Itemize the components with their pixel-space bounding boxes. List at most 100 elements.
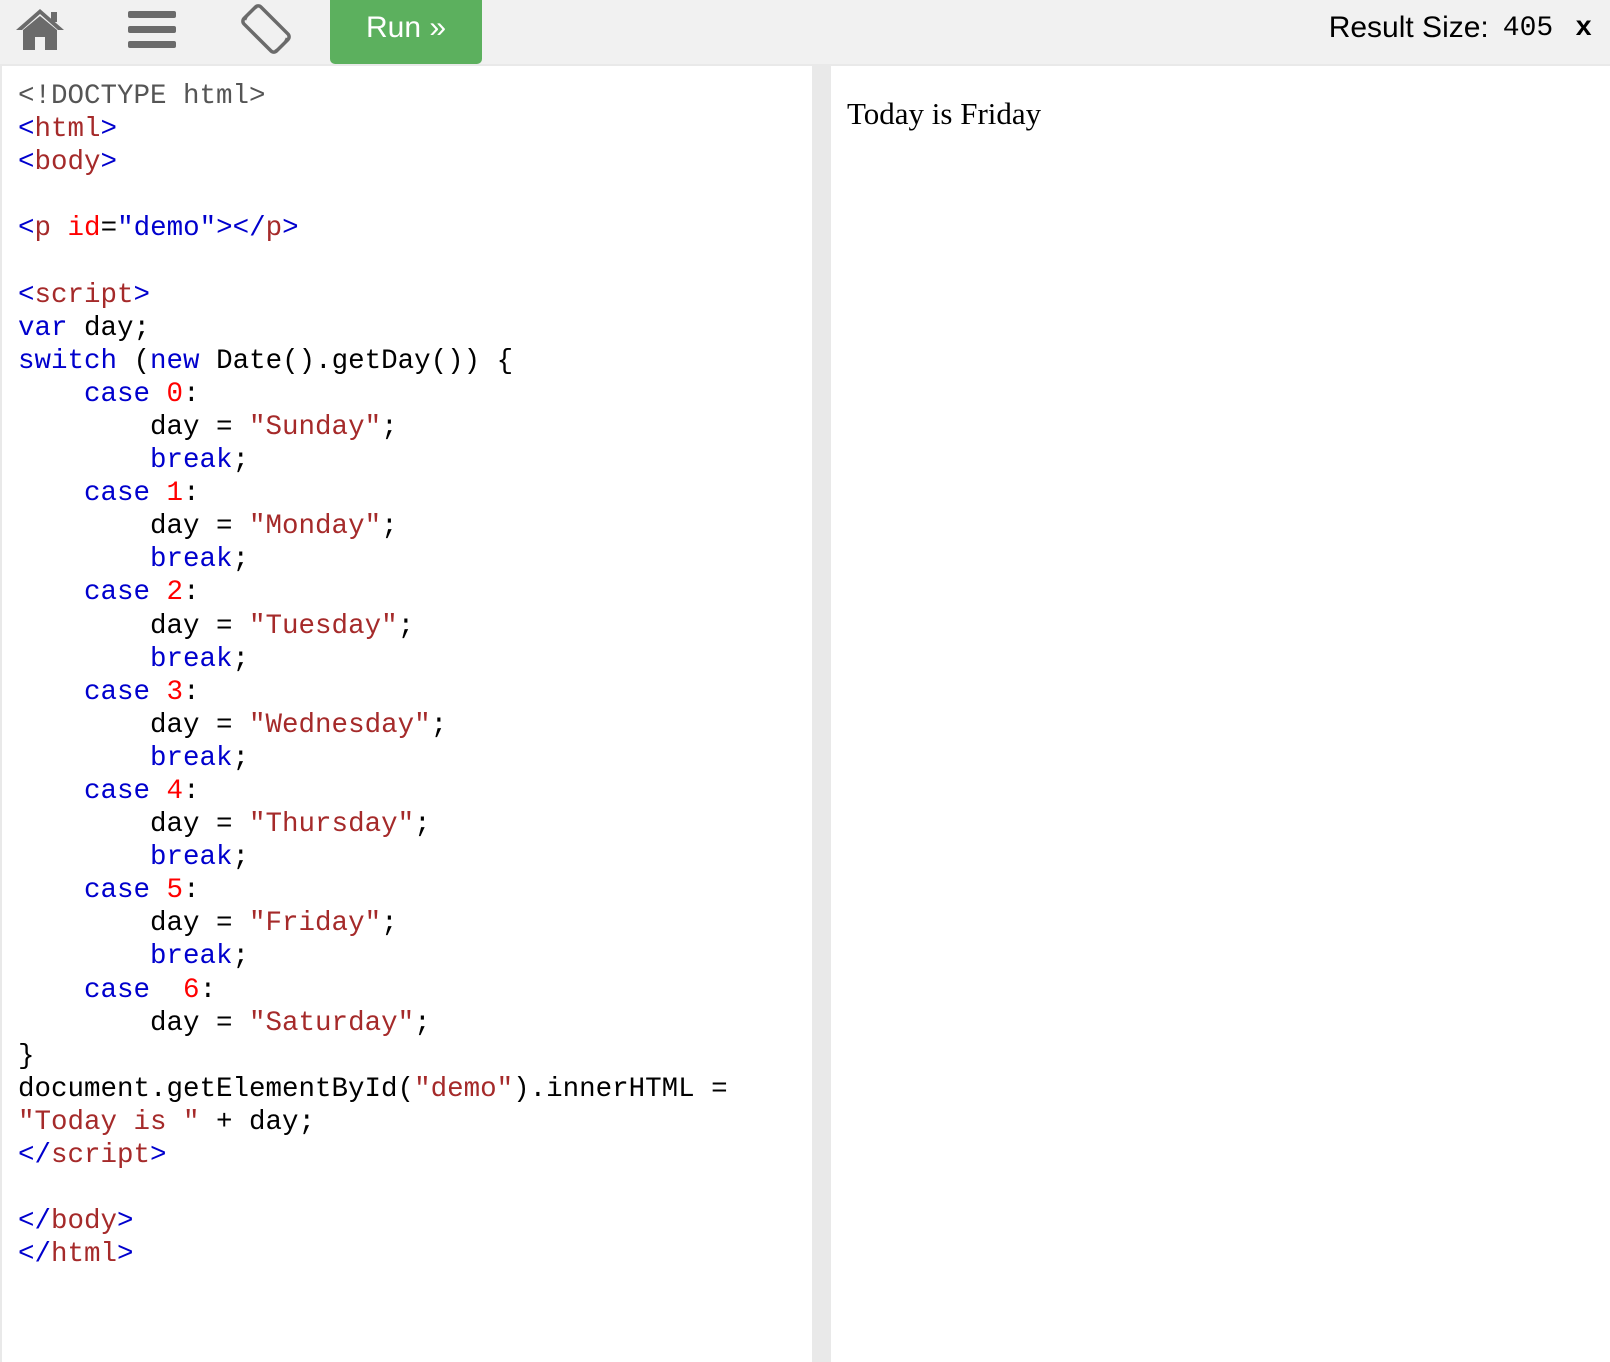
rotate-screen-icon[interactable] <box>236 0 296 58</box>
code-token: : <box>183 577 200 609</box>
code-token: break <box>150 842 233 874</box>
code-line: break; <box>18 444 812 477</box>
code-token: ; <box>232 445 250 477</box>
code-token: day = <box>18 1007 250 1039</box>
result-frame: Today is Friday <box>831 66 1610 1362</box>
home-icon[interactable] <box>12 0 68 58</box>
code-token: </ <box>18 1239 52 1271</box>
code-line: case 5: <box>18 874 812 907</box>
code-token: body <box>34 147 101 179</box>
code-token: "Today is " <box>18 1106 200 1138</box>
code-line: break; <box>18 643 812 676</box>
code-token: 0 <box>166 378 184 410</box>
code-token: "Wednesday" <box>249 709 431 741</box>
code-line: day = "Thursday"; <box>18 808 812 841</box>
code-token: script <box>34 279 134 311</box>
code-line: break; <box>18 543 812 576</box>
code-token: 2 <box>166 577 184 609</box>
code-token: p <box>34 213 52 245</box>
code-text[interactable]: <!DOCTYPE html> <html> <body> <p id="demo">… <box>2 66 812 1271</box>
code-token: html <box>34 114 101 146</box>
hamburger-menu-icon[interactable] <box>124 0 180 58</box>
code-token: p <box>265 213 283 245</box>
code-token: </ <box>18 1140 52 1171</box>
code-token: ( <box>117 345 151 377</box>
code-line: } <box>18 1040 812 1073</box>
code-line: day = "Wednesday"; <box>18 709 812 742</box>
code-token: case <box>84 974 151 1006</box>
code-token: html <box>51 1239 118 1271</box>
code-line: </script> <box>18 1139 812 1172</box>
code-token: day = <box>18 709 250 741</box>
code-token: "demo" <box>414 1073 514 1105</box>
code-token: ></ <box>216 213 266 245</box>
code-line: day = "Saturday"; <box>18 1007 812 1040</box>
code-token: ; <box>414 1007 431 1039</box>
code-token: > <box>100 114 118 146</box>
code-token: < <box>18 213 35 245</box>
code-token: > <box>282 213 299 245</box>
code-line: day = "Tuesday"; <box>18 610 812 643</box>
code-token: ; <box>397 610 415 642</box>
code-token: body <box>51 1206 118 1238</box>
code-line: day = "Monday"; <box>18 510 812 543</box>
code-token: > <box>117 1239 134 1271</box>
code-token: case <box>84 676 151 708</box>
code-token: < <box>18 147 35 179</box>
code-line: day = "Sunday"; <box>18 411 812 444</box>
code-token: + day; <box>199 1106 316 1138</box>
code-token: case <box>84 378 151 410</box>
result-size-x: x <box>1575 12 1592 44</box>
code-token: ; <box>381 908 398 940</box>
code-token: : <box>183 775 200 807</box>
code-token: Date().getDay()) { <box>199 345 514 377</box>
code-token: case <box>84 775 151 807</box>
run-button[interactable]: Run » <box>330 0 482 64</box>
code-token: ; <box>232 643 250 675</box>
code-token: : <box>183 378 200 410</box>
code-token: 6 <box>183 974 200 1006</box>
code-token: ).innerHTML = <box>513 1073 728 1105</box>
code-token: var <box>18 312 68 344</box>
code-token: </ <box>18 1206 52 1238</box>
code-editor[interactable]: <!DOCTYPE html> <html> <body> <p id="demo">… <box>2 66 812 1362</box>
code-line: var day; <box>18 312 812 345</box>
result-size-label: Result Size: <box>1328 11 1489 44</box>
code-line: break; <box>18 940 812 973</box>
code-line: break; <box>18 841 812 874</box>
code-token: <!DOCTYPE html> <box>18 81 266 112</box>
code-line: document.getElementById("demo").innerHTM… <box>18 1073 812 1106</box>
code-token: = <box>100 213 118 245</box>
code-token: document.getElementById( <box>18 1073 415 1105</box>
result-output-text: Today is Friday <box>847 96 1042 131</box>
code-token: id <box>67 213 101 245</box>
code-token: new <box>150 345 200 377</box>
code-token: case <box>84 875 151 907</box>
code-token: day; <box>67 312 151 344</box>
code-token: : <box>183 676 200 708</box>
result-size: Result Size: 405 x <box>1329 0 1592 56</box>
code-token: 3 <box>166 676 184 708</box>
code-token: day = <box>18 411 250 443</box>
code-token: script <box>51 1140 151 1171</box>
toolbar: Run » Result Size: 405 x <box>0 0 1610 64</box>
code-token: : <box>183 478 200 510</box>
code-token: ; <box>232 842 250 874</box>
code-token: day = <box>18 908 250 940</box>
code-token: break <box>150 941 233 973</box>
code-line: <!DOCTYPE html> <box>18 80 812 113</box>
code-token: ; <box>414 809 431 841</box>
code-token: "Friday" <box>249 908 382 940</box>
code-token: : <box>199 974 217 1006</box>
